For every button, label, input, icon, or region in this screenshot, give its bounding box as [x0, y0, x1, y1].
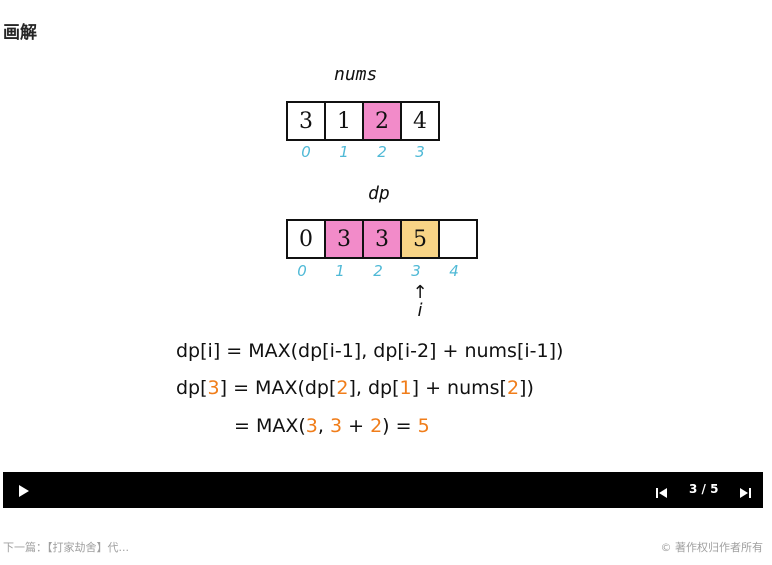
next-slide-button[interactable]	[738, 484, 752, 498]
formula-text: ])	[519, 377, 534, 399]
nums-index: 2	[377, 143, 387, 161]
dp-index: 4	[449, 262, 459, 280]
formula-text: +	[342, 415, 371, 437]
nums-index: 0	[301, 143, 311, 161]
dp-cell: 0	[288, 221, 326, 257]
nums-index: 3	[415, 143, 425, 161]
formula-value: 2	[370, 415, 383, 437]
section-title: 画解	[3, 23, 37, 43]
nums-cell: 1	[326, 103, 364, 139]
copyright-notice: © 著作权归作者所有	[660, 541, 764, 554]
dp-array: 0 3 3 5	[286, 219, 478, 259]
formula-line-1: dp[i] = MAX(dp[i-1], dp[i-2] + nums[i-1]…	[176, 340, 564, 362]
skip-previous-icon	[656, 488, 667, 498]
dp-index-row: 0 1 2 3 4	[283, 262, 473, 280]
next-article-link[interactable]: 下一篇：【打家劫舍】代...	[3, 539, 129, 555]
formula-text: = MAX(	[234, 415, 306, 437]
formula-text: ] = MAX(dp[	[219, 377, 337, 399]
page-indicator: 3 / 5	[689, 482, 719, 496]
nums-index-row: 0 1 2 3	[287, 143, 439, 161]
nums-cell: 4	[413, 108, 427, 134]
dp-cell-current: 5	[402, 221, 440, 257]
formula-value: 3	[329, 415, 343, 437]
formula-text: ,	[317, 415, 330, 437]
formula-text: ], dp[	[348, 377, 400, 399]
formula-value: 2	[336, 377, 349, 399]
slideshow-player: 3 / 5	[3, 472, 763, 508]
formula-value: 5	[417, 415, 430, 437]
nums-array: 3 1 2 4	[286, 101, 440, 141]
dp-index: 3	[411, 262, 421, 280]
nums-label: nums	[334, 64, 378, 85]
nums-cell-highlighted: 2	[364, 103, 402, 139]
play-icon	[19, 485, 29, 497]
dp-index: 1	[335, 262, 345, 280]
dp-cell-highlighted: 3	[364, 221, 402, 257]
formula-value: 3	[207, 377, 220, 399]
formula-text: ) =	[382, 415, 418, 437]
dp-cell-highlighted: 3	[326, 221, 364, 257]
formula-text: ] + nums[	[411, 377, 507, 399]
nums-cell: 3	[288, 103, 326, 139]
formula-text: dp[	[176, 377, 208, 399]
nums-index: 1	[339, 143, 349, 161]
formula-value: 3	[305, 415, 318, 437]
dp-index: 0	[297, 262, 307, 280]
play-button[interactable]	[17, 483, 31, 497]
pointer-label: i	[417, 300, 423, 321]
dp-label: dp	[368, 183, 390, 204]
pointer-i: ↑ i	[408, 284, 432, 320]
formula-line-3: = MAX(3, 3 + 2) = 5	[234, 415, 430, 437]
dp-index: 2	[373, 262, 383, 280]
skip-next-icon	[740, 488, 751, 498]
formula-value: 2	[506, 377, 520, 399]
formula-value: 1	[399, 377, 412, 399]
previous-slide-button[interactable]	[655, 484, 669, 498]
dp-cell	[440, 221, 476, 257]
formula-line-2: dp[3] = MAX(dp[2], dp[1] + nums[2])	[176, 377, 534, 399]
